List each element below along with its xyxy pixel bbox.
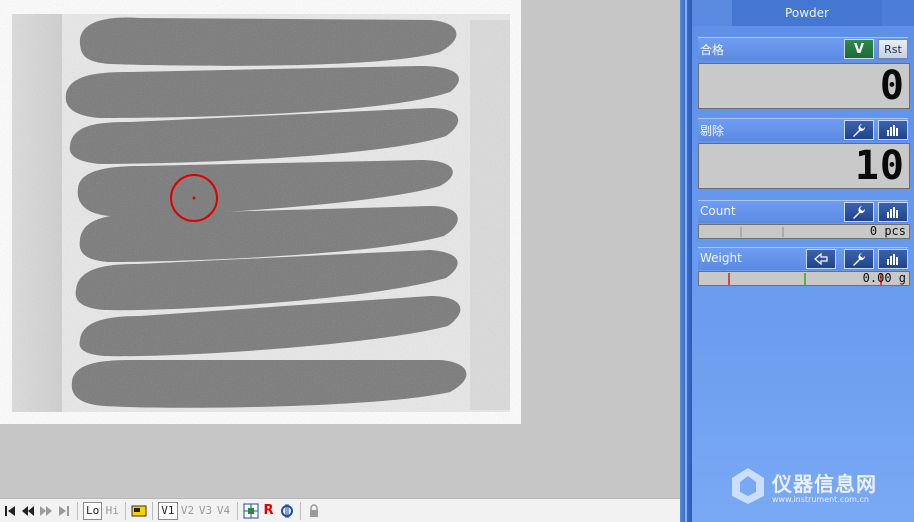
image-viewer[interactable] xyxy=(0,0,680,498)
first-icon[interactable] xyxy=(2,502,18,520)
verify-button[interactable]: V xyxy=(844,39,874,59)
pass-label: 合格 xyxy=(700,43,725,57)
view-1-button[interactable]: V1 xyxy=(158,501,178,520)
panel-splitter[interactable] xyxy=(680,0,692,522)
toolbar-separator xyxy=(299,501,301,520)
count-section-header: Count xyxy=(698,200,908,223)
settings-icon[interactable] xyxy=(279,502,295,520)
fast-forward-icon[interactable] xyxy=(38,502,54,520)
watermark-url: www.instrument.com.cn xyxy=(772,495,869,504)
histogram-icon[interactable] xyxy=(878,120,908,140)
panel-tab-right xyxy=(882,0,914,26)
wrench-icon[interactable] xyxy=(844,120,874,140)
inspection-panel: Powder 合格 V Rst 0 剔除 10 Count 0 pcs Weig… xyxy=(692,0,914,522)
last-icon[interactable] xyxy=(56,502,72,520)
reject-label: 剔除 xyxy=(700,124,725,138)
weight-label: Weight xyxy=(700,251,742,265)
histogram-icon[interactable] xyxy=(878,249,908,269)
view-3-button[interactable]: V3 xyxy=(198,502,214,520)
view-2-button[interactable]: V2 xyxy=(180,502,196,520)
xray-drawing xyxy=(12,14,510,412)
reject-section-header: 剔除 xyxy=(698,118,908,141)
count-bar: 0 pcs xyxy=(698,224,910,239)
panel-title: Powder xyxy=(732,0,882,26)
grid-icon[interactable] xyxy=(243,502,259,520)
watermark-text: 仪器信息网 xyxy=(772,472,877,496)
watermark-logo-icon xyxy=(732,468,764,504)
arrow-left-icon[interactable] xyxy=(806,249,836,269)
toolbar-separator xyxy=(77,501,78,520)
pass-section-header: 合格 V Rst xyxy=(698,37,908,60)
panel-tab-left xyxy=(692,0,732,26)
image-icon[interactable] xyxy=(131,502,147,520)
hi-button[interactable]: Hi xyxy=(104,502,120,520)
reject-counter-display: 10 xyxy=(698,143,910,189)
lo-button[interactable]: Lo xyxy=(83,501,103,520)
weight-value: 0.00 g xyxy=(862,271,906,285)
xray-image[interactable] xyxy=(0,0,521,424)
r-button[interactable]: R xyxy=(261,502,277,520)
bottom-toolbar: Lo Hi V1 V2 V3 V4 R xyxy=(0,498,680,522)
watermark: 仪器信息网 www.instrument.com.cn xyxy=(728,464,908,510)
weight-bar: 0.00 g xyxy=(698,271,910,286)
toolbar-separator xyxy=(152,501,154,520)
wrench-icon[interactable] xyxy=(844,202,874,222)
histogram-icon[interactable] xyxy=(878,202,908,222)
count-value: 0 pcs xyxy=(869,224,906,238)
lock-icon[interactable] xyxy=(306,502,322,520)
pass-counter-display: 0 xyxy=(698,63,910,109)
rewind-icon[interactable] xyxy=(20,502,36,520)
view-4-button[interactable]: V4 xyxy=(216,502,232,520)
toolbar-separator xyxy=(125,501,127,520)
toolbar-separator xyxy=(236,501,238,520)
wrench-icon[interactable] xyxy=(844,249,874,269)
weight-section-header: Weight xyxy=(698,247,908,270)
pass-count-value: 0 xyxy=(879,63,905,109)
count-label: Count xyxy=(700,204,736,218)
reset-button[interactable]: Rst xyxy=(878,39,908,59)
reject-count-value: 10 xyxy=(854,143,905,189)
